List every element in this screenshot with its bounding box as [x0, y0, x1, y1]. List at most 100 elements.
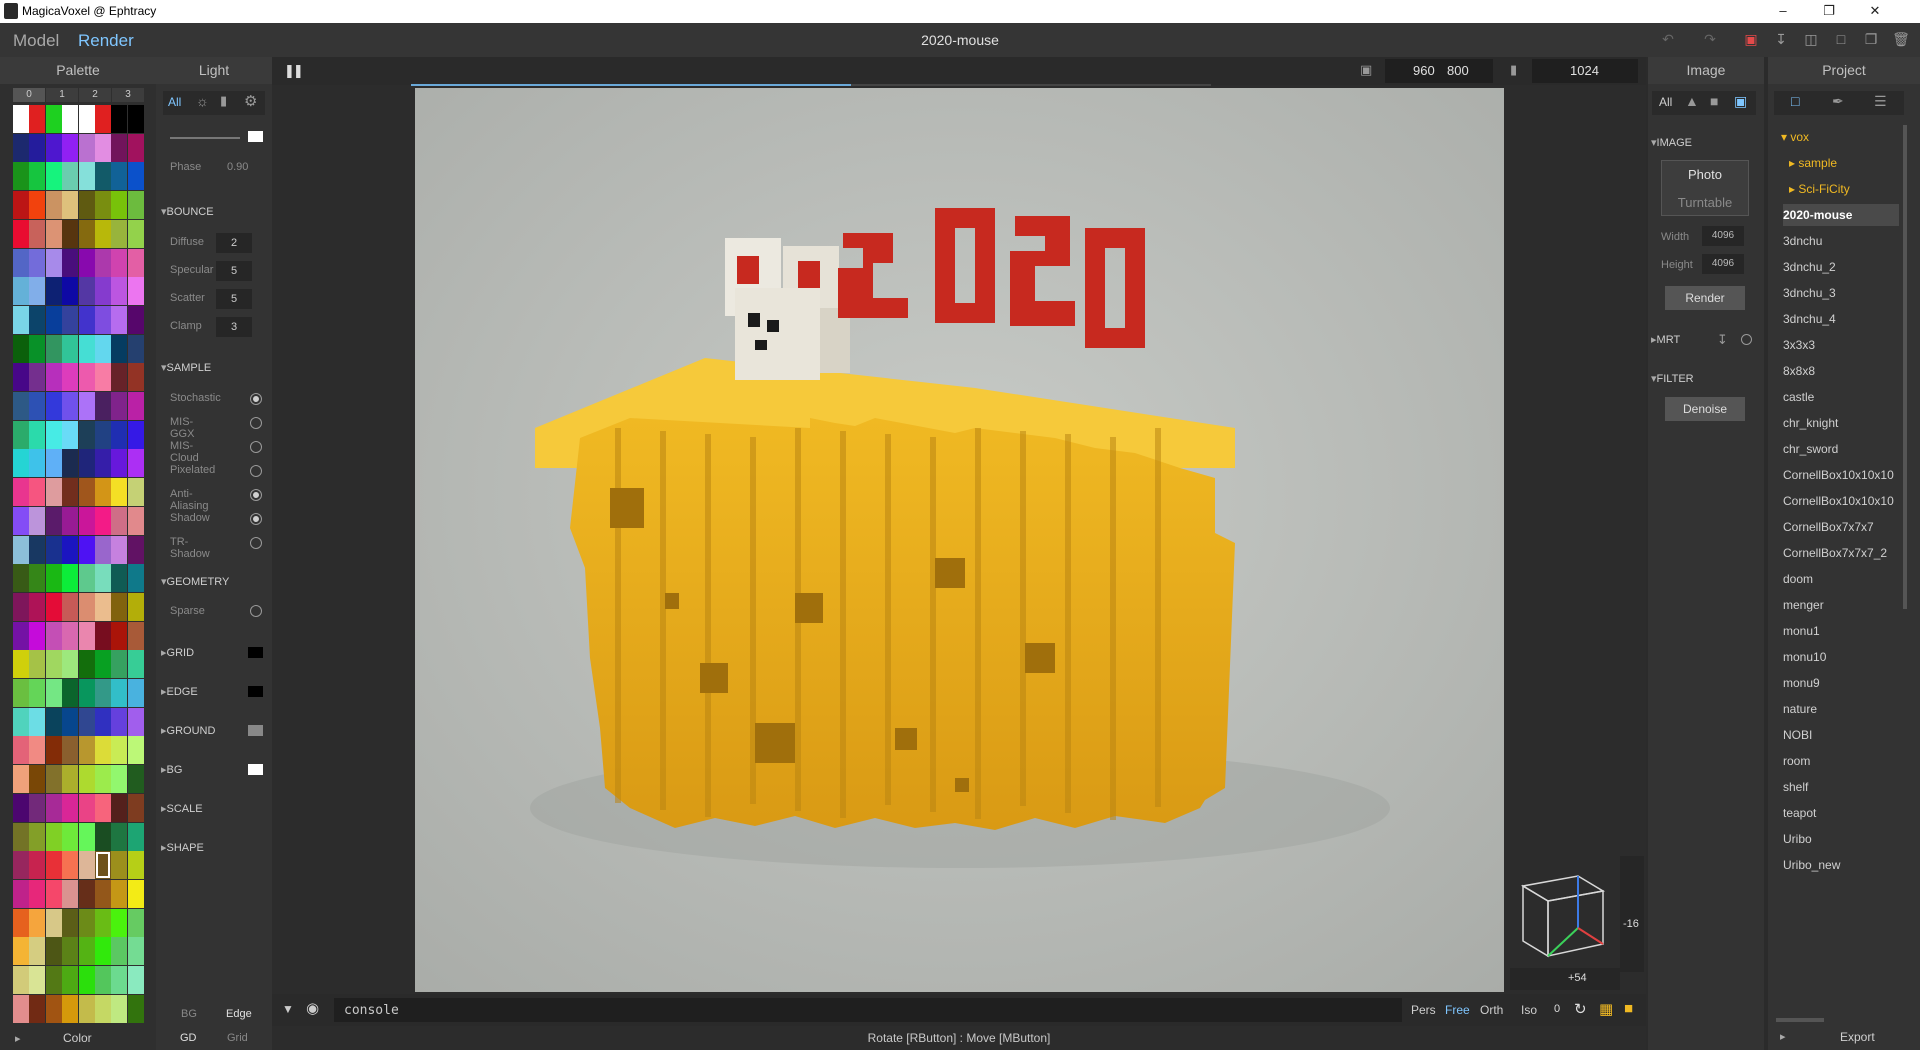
palette-swatch[interactable] — [13, 191, 29, 220]
palette-swatch[interactable] — [45, 248, 62, 277]
palette-swatch[interactable] — [111, 736, 128, 765]
palette-swatch[interactable] — [95, 191, 111, 220]
palette-swatch[interactable] — [13, 994, 29, 1023]
maximize-button[interactable]: ❐ — [1806, 0, 1852, 23]
palette-swatch[interactable] — [62, 535, 79, 564]
palette-swatch[interactable] — [95, 105, 111, 133]
palette-swatch[interactable] — [78, 679, 95, 707]
palette-swatch[interactable] — [111, 994, 128, 1023]
palette-swatch[interactable] — [111, 851, 128, 880]
palette-swatch[interactable] — [62, 478, 79, 507]
pause-icon[interactable]: ❚❚ — [284, 63, 304, 79]
palette-swatch[interactable] — [13, 736, 29, 765]
palette-swatch[interactable] — [13, 707, 29, 736]
section-scale[interactable]: SCALE — [161, 802, 203, 815]
palette-swatch[interactable] — [13, 822, 29, 851]
palette-swatch[interactable] — [62, 879, 79, 908]
palette-swatch[interactable] — [62, 793, 79, 822]
palette-swatch[interactable] — [78, 363, 95, 392]
palette-swatch[interactable] — [13, 363, 29, 392]
palette-swatch[interactable] — [45, 765, 62, 794]
save-icon[interactable]: ▣ — [1741, 31, 1761, 49]
palette-swatch[interactable] — [62, 650, 79, 679]
projection-iso[interactable]: Iso — [1521, 1003, 1537, 1017]
palette-swatch[interactable] — [111, 765, 128, 794]
palette-swatch[interactable] — [127, 420, 144, 449]
project-item[interactable]: 3dnchu_3 — [1783, 282, 1899, 304]
palette-grid[interactable] — [13, 105, 144, 1023]
palette-swatch[interactable] — [13, 851, 29, 880]
project-item[interactable]: menger — [1783, 594, 1899, 616]
bounce-diffuse-input[interactable]: 2 — [216, 233, 252, 253]
palette-swatch[interactable] — [13, 277, 29, 306]
subfolder-sample[interactable]: ▸ sample — [1789, 156, 1837, 170]
palette-swatch[interactable] — [111, 449, 128, 478]
palette-swatch[interactable] — [45, 535, 62, 564]
project-scrollbar[interactable] — [1903, 125, 1907, 609]
image-size-icon[interactable]: ▣ — [1360, 62, 1372, 78]
palette-swatch[interactable] — [29, 449, 46, 478]
palette-swatch[interactable] — [29, 219, 46, 248]
project-hscrollbar[interactable] — [1776, 1018, 1824, 1022]
palette-swatch[interactable] — [29, 650, 46, 679]
palette-swatch[interactable] — [127, 248, 144, 277]
palette-swatch[interactable] — [45, 506, 62, 535]
palette-swatch[interactable] — [29, 305, 46, 334]
palette-swatch[interactable] — [29, 765, 46, 794]
palette-swatch[interactable] — [95, 621, 111, 650]
palette-swatch[interactable] — [45, 162, 62, 191]
palette-swatch[interactable] — [95, 937, 111, 966]
palette-swatch[interactable] — [45, 592, 62, 621]
palette-swatch[interactable] — [29, 363, 46, 392]
palette-swatch[interactable] — [78, 937, 95, 966]
palette-swatch[interactable] — [127, 334, 144, 363]
palette-swatch[interactable] — [111, 191, 128, 220]
palette-swatch[interactable] — [45, 937, 62, 966]
bg-color-chip[interactable] — [248, 764, 263, 775]
palette-swatch[interactable] — [13, 765, 29, 794]
palette-swatch[interactable] — [45, 621, 62, 650]
palette-swatch[interactable] — [95, 392, 111, 420]
palette-swatch[interactable] — [13, 105, 29, 133]
palette-swatch[interactable] — [95, 506, 111, 535]
palette-swatch[interactable] — [111, 478, 128, 507]
project-item[interactable]: castle — [1783, 386, 1899, 408]
palette-swatch[interactable] — [13, 592, 29, 621]
palette-swatch[interactable] — [45, 420, 62, 449]
palette-swatch[interactable] — [45, 851, 62, 880]
export-expand-icon[interactable]: ▸ — [1780, 1030, 1786, 1043]
palette-swatch[interactable] — [95, 535, 111, 564]
palette-swatch[interactable] — [95, 248, 111, 277]
palette-swatch[interactable] — [62, 994, 79, 1023]
palette-swatch[interactable] — [13, 305, 29, 334]
palette-swatch[interactable] — [29, 592, 46, 621]
palette-swatch[interactable] — [62, 219, 79, 248]
palette-swatch[interactable] — [62, 621, 79, 650]
palette-swatch[interactable] — [127, 305, 144, 334]
reset-camera-icon[interactable]: ↻ — [1574, 1000, 1587, 1018]
light-slider-track[interactable] — [170, 137, 240, 139]
sample-chart-icon[interactable]: ▮ — [1510, 62, 1517, 78]
palette-swatch[interactable] — [29, 478, 46, 507]
palette-swatch[interactable] — [62, 937, 79, 966]
palette-swatch[interactable] — [13, 133, 29, 162]
palette-swatch[interactable] — [45, 105, 62, 133]
frame-icon[interactable]: ▦ — [1599, 1000, 1613, 1018]
palette-swatch[interactable] — [111, 592, 128, 621]
palette-swatch[interactable] — [45, 707, 62, 736]
palette-swatch[interactable] — [62, 679, 79, 707]
palette-swatch[interactable] — [78, 506, 95, 535]
image-height-readout[interactable]: 800 — [1447, 63, 1469, 78]
bounce-specular-input[interactable]: 5 — [216, 261, 252, 281]
height-input[interactable]: 4096 — [1702, 254, 1744, 274]
grid-color-chip[interactable] — [248, 647, 263, 658]
palette-swatch[interactable] — [13, 535, 29, 564]
projection-pers[interactable]: Pers — [1411, 1003, 1436, 1017]
palette-swatch[interactable] — [29, 506, 46, 535]
palette-swatch[interactable] — [127, 592, 144, 621]
palette-swatch[interactable] — [111, 334, 128, 363]
palette-swatch[interactable] — [29, 420, 46, 449]
palette-swatch[interactable] — [78, 334, 95, 363]
project-item[interactable]: 3dnchu_4 — [1783, 308, 1899, 330]
ground-color-chip[interactable] — [248, 725, 263, 736]
